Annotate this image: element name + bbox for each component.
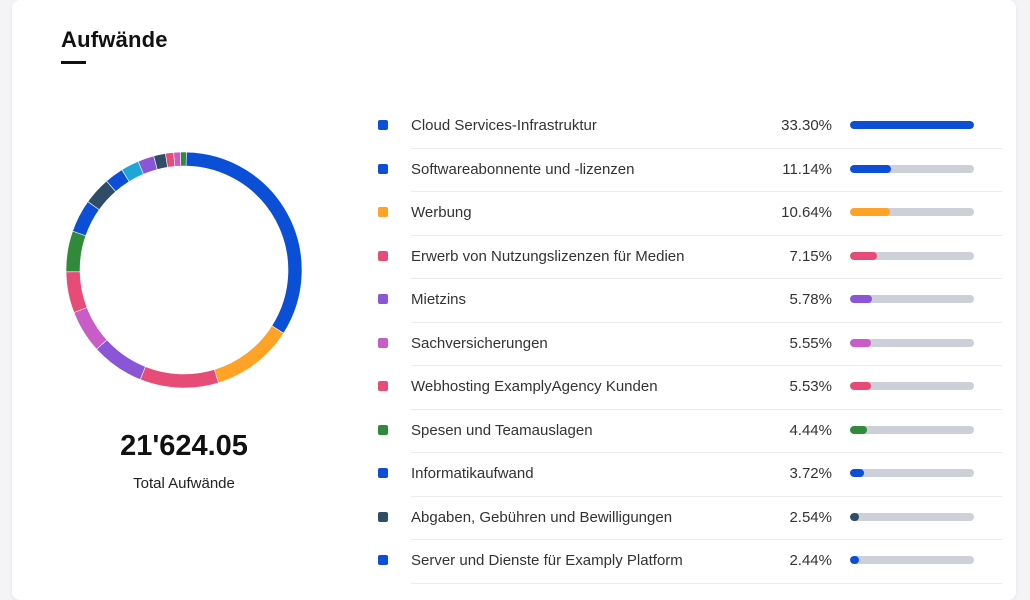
expense-progress-bar xyxy=(850,512,974,521)
expense-percent: 5.53% xyxy=(789,378,832,395)
expense-percent: 33.30% xyxy=(781,117,832,134)
expense-row[interactable]: Sachversicherungen 5.55% xyxy=(372,323,1002,366)
expense-label: Werbung xyxy=(411,204,472,221)
donut-segment[interactable] xyxy=(65,271,88,313)
expense-row[interactable]: Server und Dienste für Examply Platform 2… xyxy=(372,540,1002,584)
legend-dot xyxy=(378,163,388,174)
expense-percent: 11.14% xyxy=(782,160,832,178)
expense-progress-fill xyxy=(850,208,890,216)
expense-label: Erwerb von Nutzungslizenzen für Medien xyxy=(411,247,685,265)
expense-row[interactable]: Softwareabonnente und -lizenzen 11.14% xyxy=(372,149,1002,192)
expense-progress-bar xyxy=(850,382,974,390)
expense-percent: 3.72% xyxy=(789,465,832,482)
expense-row[interactable]: Abgaben, Gebühren und Bewilligungen 2.54% xyxy=(372,497,1002,540)
expense-percent: 4.44% xyxy=(789,421,832,439)
expense-progress-bar xyxy=(850,338,974,347)
expense-progress-fill xyxy=(850,121,974,129)
expense-progress-bar xyxy=(850,121,974,129)
legend-dot xyxy=(378,337,388,348)
row-divider xyxy=(411,582,1002,584)
expense-label: Mietzins xyxy=(411,291,467,308)
legend-dot xyxy=(378,555,388,565)
legend-dot xyxy=(378,120,388,130)
expense-progress-fill xyxy=(850,164,892,173)
total-value: 21'624.05 xyxy=(120,430,248,462)
expense-progress-fill xyxy=(850,512,860,521)
donut-segments xyxy=(65,151,303,389)
expense-label: Server und Dienste für Examply Platform xyxy=(411,552,683,569)
expense-progress-fill xyxy=(850,469,864,477)
expense-progress-bar xyxy=(850,164,974,173)
donut-segment[interactable] xyxy=(185,151,303,334)
donut-segment[interactable] xyxy=(173,151,182,167)
legend-dot xyxy=(378,381,388,391)
expenses-card: Aufwände 21'624.05 Total Aufwände Cloud … xyxy=(12,0,1016,600)
expense-row[interactable]: Erwerb von Nutzungslizenzen für Medien 7.… xyxy=(372,236,1002,279)
donut-segment[interactable] xyxy=(180,151,187,167)
expense-list: Cloud Services-Infrastruktur 33.30% Softwa… xyxy=(372,105,1002,584)
expense-percent: 5.78% xyxy=(789,291,832,308)
expense-progress-fill xyxy=(850,251,877,260)
donut-segment[interactable] xyxy=(73,307,108,350)
expense-percent: 5.55% xyxy=(789,334,832,352)
expense-progress-bar xyxy=(850,556,974,564)
expense-row[interactable]: Cloud Services-Infrastruktur 33.30% xyxy=(372,105,1002,149)
expense-percent: 2.54% xyxy=(789,508,832,526)
expense-percent: 7.15% xyxy=(789,247,832,265)
expense-label: Sachversicherungen xyxy=(411,334,548,352)
expense-label: Informatikaufwand xyxy=(411,465,534,482)
legend-dot xyxy=(378,207,388,217)
expense-label: Cloud Services-Infrastruktur xyxy=(411,117,597,134)
expenses-donut-chart xyxy=(65,151,303,389)
expense-label: Spesen und Teamauslagen xyxy=(411,421,593,439)
donut-segment[interactable] xyxy=(65,230,87,273)
legend-dot xyxy=(378,511,388,522)
expense-row[interactable]: Mietzins 5.78% xyxy=(372,279,1002,323)
donut-segment[interactable] xyxy=(96,339,146,380)
expense-progress-bar xyxy=(850,469,974,477)
expense-row[interactable]: Webhosting ExamplyAgency Kunden 5.53% xyxy=(372,366,1002,410)
expense-progress-fill xyxy=(850,338,871,347)
title-underline xyxy=(61,61,86,64)
expense-percent: 2.44% xyxy=(789,552,832,569)
expense-label: Abgaben, Gebühren und Bewilligungen xyxy=(411,508,673,526)
expense-progress-fill xyxy=(850,382,871,390)
expense-progress-bar xyxy=(850,295,974,303)
expense-progress-fill xyxy=(850,556,860,564)
expense-percent: 10.64% xyxy=(781,204,832,221)
expense-progress-bar xyxy=(850,425,974,434)
donut-segment[interactable] xyxy=(139,366,219,389)
expense-row[interactable]: Informatikaufwand 3.72% xyxy=(372,453,1002,497)
expense-progress-bar xyxy=(850,208,974,216)
expense-progress-fill xyxy=(850,425,867,434)
card-title: Aufwände xyxy=(61,27,168,52)
expense-label: Softwareabonnente und -lizenzen xyxy=(411,160,635,178)
expense-progress-bar xyxy=(850,251,974,260)
donut-segment[interactable] xyxy=(213,325,284,384)
expense-row[interactable]: Spesen und Teamauslagen 4.44% xyxy=(372,410,1002,453)
expense-progress-fill xyxy=(850,295,872,303)
legend-dot xyxy=(378,424,388,435)
legend-dot xyxy=(378,250,388,261)
expense-label: Webhosting ExamplyAgency Kunden xyxy=(411,378,658,395)
total-label: Total Aufwände xyxy=(133,475,235,492)
legend-dot xyxy=(378,294,388,304)
expense-row[interactable]: Werbung 10.64% xyxy=(372,192,1002,236)
legend-dot xyxy=(378,468,388,478)
